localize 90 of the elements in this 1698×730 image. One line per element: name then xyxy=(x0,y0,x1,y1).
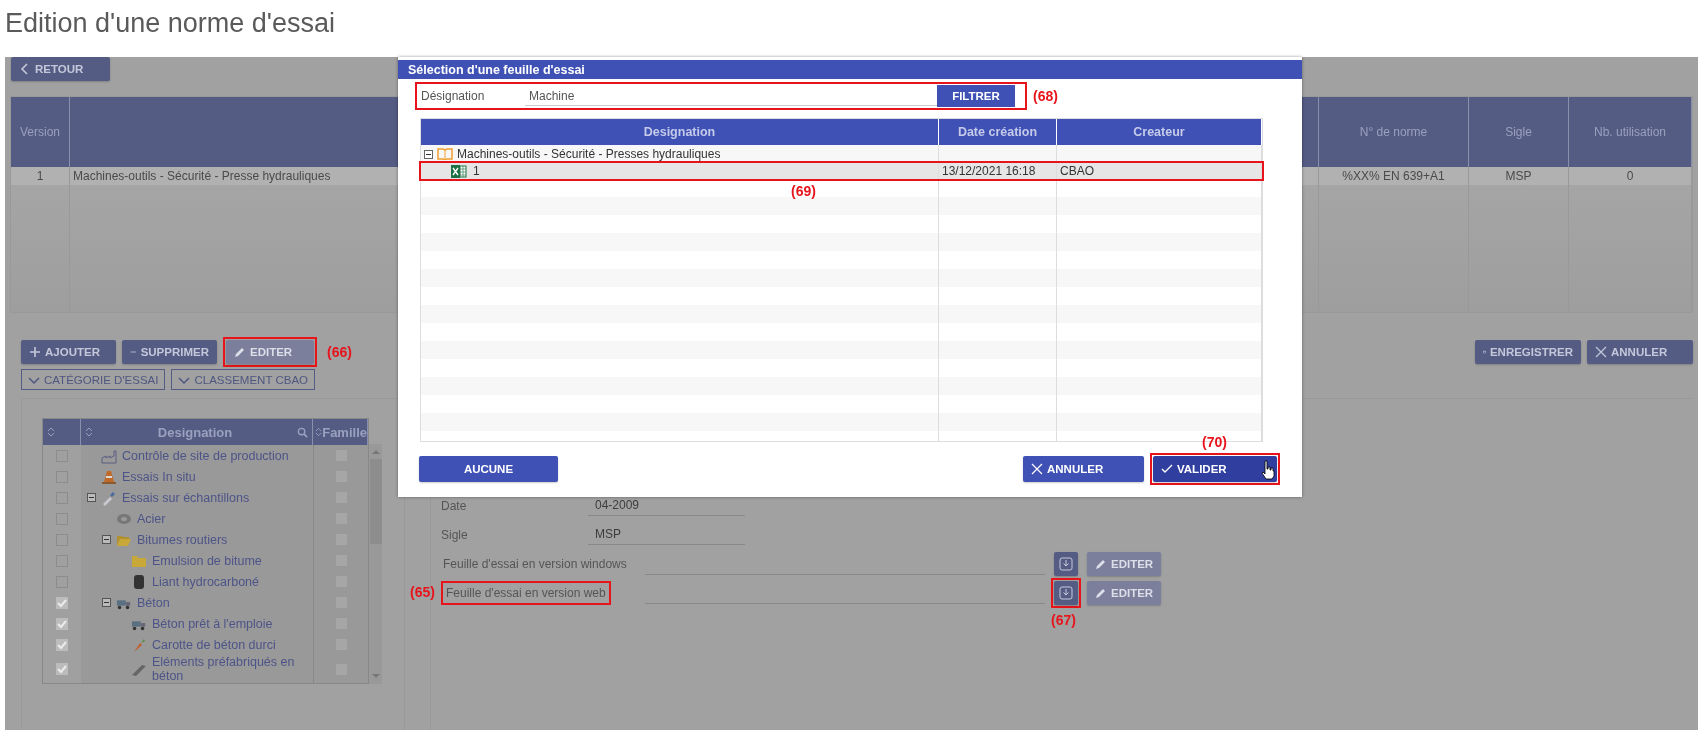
cancel-button[interactable]: ANNULER xyxy=(1023,456,1144,482)
collapse-icon[interactable] xyxy=(424,149,433,159)
sort-icon[interactable] xyxy=(47,427,55,437)
edit-button[interactable]: EDITER xyxy=(1087,551,1162,576)
factory-icon xyxy=(101,447,117,464)
field-label: Sigle xyxy=(441,527,469,542)
hand-cursor-icon xyxy=(1261,460,1275,480)
column-header[interactable]: Version xyxy=(11,97,70,167)
edit-button[interactable]: EDITER xyxy=(1087,580,1162,605)
column-header[interactable]: Sigle xyxy=(1469,97,1569,167)
tree-item[interactable]: Contrôle de site de production xyxy=(122,448,289,463)
collapse-icon[interactable] xyxy=(102,535,111,544)
dialog-title: Sélection d'une feuille d'essai xyxy=(398,60,1302,79)
field-label: Feuille d'essai en version windows xyxy=(442,555,628,573)
back-button[interactable]: RETOUR xyxy=(11,57,110,81)
close-icon xyxy=(1031,463,1043,475)
spreadsheet-icon xyxy=(451,164,467,178)
tree-item[interactable]: Eléments préfabriqués en béton xyxy=(152,655,313,683)
tree-item[interactable]: Essais sur échantillons xyxy=(122,490,250,505)
column-header[interactable]: Nb. utilisation xyxy=(1569,97,1692,167)
scroll-up-icon[interactable] xyxy=(371,449,380,455)
scroll-down-icon[interactable] xyxy=(371,673,380,679)
pencil-icon xyxy=(234,346,246,358)
column-header[interactable]: N° de norme xyxy=(1319,97,1469,167)
check-icon xyxy=(1161,463,1173,475)
filter-button[interactable]: CATÉGORIE D'ESSAI xyxy=(21,369,166,390)
add-button[interactable]: AJOUTER xyxy=(21,340,116,364)
table-cell: CBAO xyxy=(1060,164,1094,178)
table-cell: 1 xyxy=(11,167,70,185)
column-header[interactable]: Designation xyxy=(421,119,939,145)
sort-icon[interactable] xyxy=(85,427,93,437)
collapse-icon[interactable] xyxy=(102,598,111,607)
checkbox[interactable] xyxy=(56,663,68,675)
tree-item[interactable]: Emulsion de bitume xyxy=(152,553,262,568)
sort-icon[interactable] xyxy=(315,427,323,437)
callout-label: (70) xyxy=(1202,434,1227,450)
column-header[interactable]: Designation xyxy=(157,424,233,440)
filter-button[interactable]: FILTRER xyxy=(937,85,1015,107)
callout-label: (65) xyxy=(410,583,435,600)
search-icon[interactable] xyxy=(297,426,308,438)
column-header[interactable]: Famille xyxy=(322,424,367,440)
book-icon xyxy=(437,148,453,160)
scrollbar[interactable] xyxy=(369,444,382,684)
chevron-left-icon xyxy=(19,63,31,75)
column-header[interactable]: Createur xyxy=(1057,119,1262,145)
tree-item[interactable]: Acier xyxy=(137,511,166,526)
filter-button[interactable]: CLASSEMENT CBAO xyxy=(171,369,315,390)
cone-icon xyxy=(101,468,117,485)
table-cell: %XX% EN 639+A1 xyxy=(1319,167,1469,185)
plus-icon xyxy=(29,346,41,358)
download-icon xyxy=(1059,556,1073,571)
tree-item[interactable]: Essais In situ xyxy=(122,469,196,484)
save-button[interactable]: ENREGISTRER xyxy=(1475,340,1581,364)
column-header[interactable]: Date création xyxy=(939,119,1057,145)
tree-item[interactable]: Bitumes routiers xyxy=(137,532,228,547)
table-cell: 13/12/2021 16:18 xyxy=(942,164,1036,178)
close-icon xyxy=(1595,346,1607,358)
field-label: Feuille d'essai en version web xyxy=(445,584,607,602)
remove-button[interactable]: SUPPRIMER xyxy=(122,340,217,364)
collapse-icon[interactable] xyxy=(87,493,96,502)
barrel-icon xyxy=(131,573,147,590)
none-button[interactable]: AUCUNE xyxy=(419,456,558,482)
pencil-icon xyxy=(1095,557,1107,570)
tree-item[interactable]: Béton xyxy=(137,595,170,610)
pencil-icon xyxy=(1095,586,1107,599)
table-cell: MSP xyxy=(1469,167,1569,185)
validate-button[interactable]: VALIDER xyxy=(1153,456,1277,482)
table-cell: 0 xyxy=(1569,167,1692,185)
tree-item[interactable]: Liant hydrocarboné xyxy=(152,574,260,589)
scrollbar-thumb[interactable] xyxy=(369,459,382,544)
page-title: Edition d'une norme d'essai xyxy=(4,7,336,40)
designation-field[interactable]: Machine xyxy=(525,86,937,106)
checkbox[interactable] xyxy=(56,596,68,609)
table-cell: 1 xyxy=(473,164,480,178)
pipette-icon xyxy=(101,489,117,506)
checkbox[interactable] xyxy=(56,617,68,630)
tree-item[interactable]: Machines-outils - Sécurité - Presses hydrauliques xyxy=(457,147,721,161)
tree-item[interactable]: Béton prêt à l'emploie xyxy=(152,616,273,631)
download-icon xyxy=(1059,585,1073,600)
callout-label: (69) xyxy=(791,183,816,199)
callout-label: (66) xyxy=(327,344,352,360)
field-label: Date xyxy=(441,498,468,513)
checkbox[interactable] xyxy=(56,638,68,651)
cancel-button[interactable]: ANNULER xyxy=(1587,340,1693,364)
callout-label: (67) xyxy=(1051,611,1076,628)
download-button[interactable] xyxy=(1054,551,1078,576)
text-field[interactable]: MSP xyxy=(588,524,745,545)
tree-item[interactable]: Carotte de béton durci xyxy=(152,637,276,652)
callout-label: (68) xyxy=(1033,88,1058,104)
field-label: Désignation xyxy=(420,89,486,103)
